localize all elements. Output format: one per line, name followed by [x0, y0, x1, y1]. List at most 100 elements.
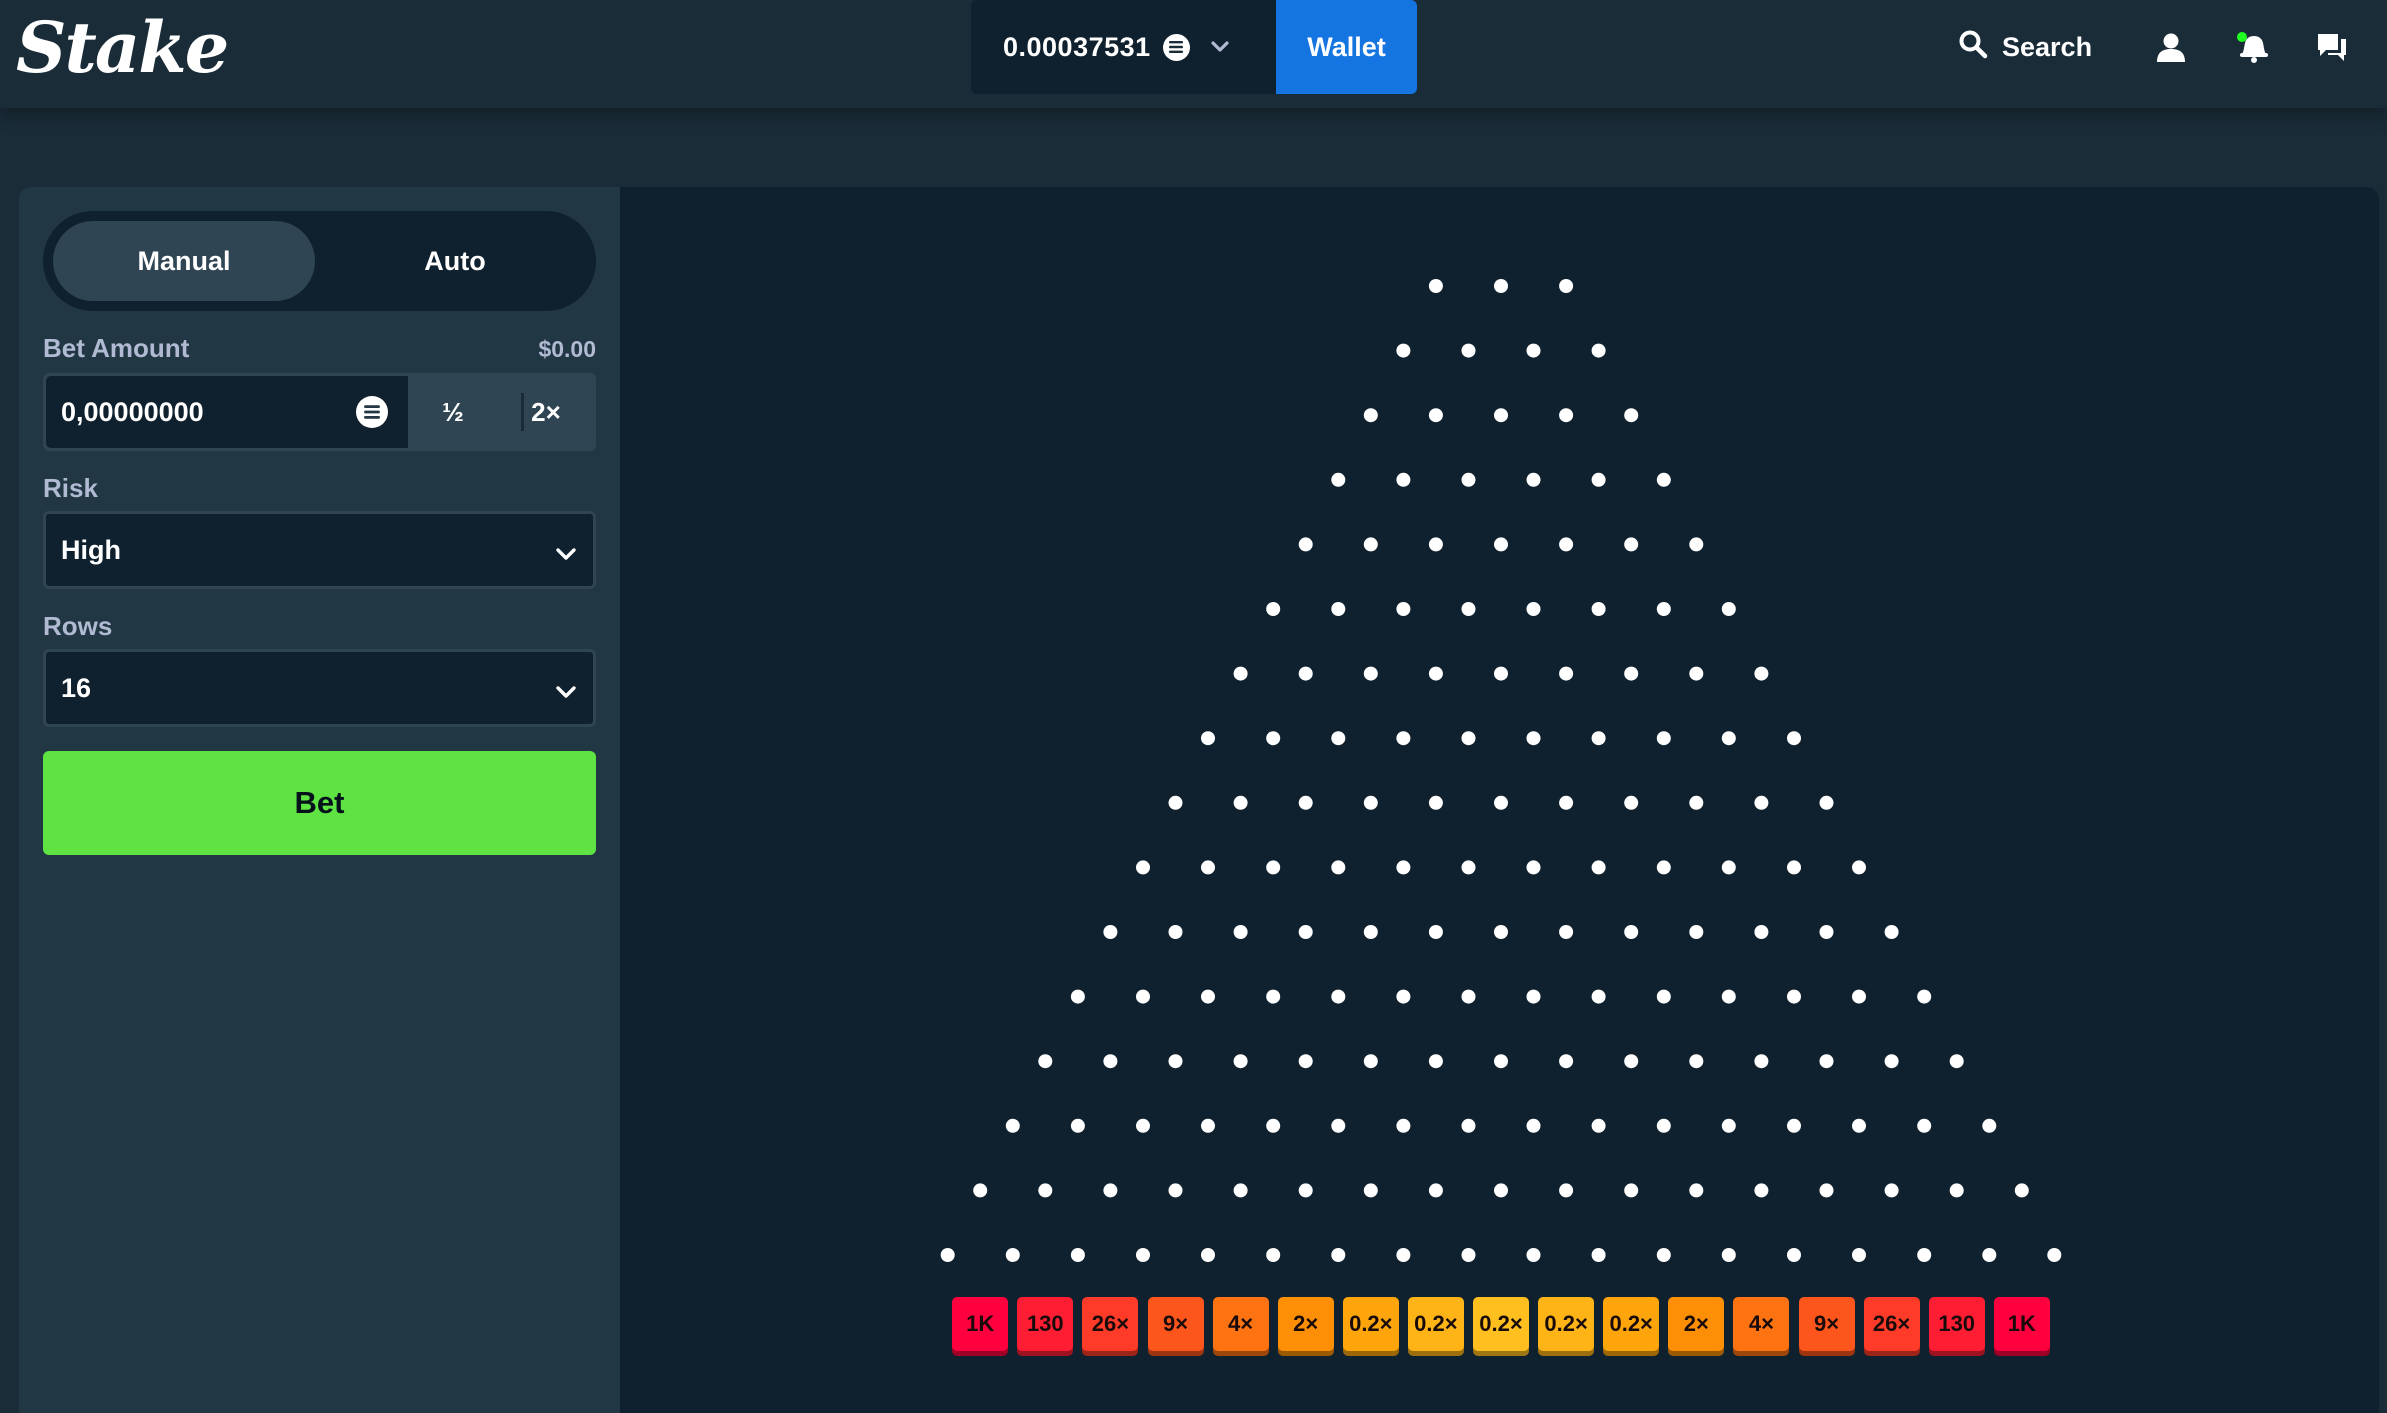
multiplier-bucket: 26× — [1082, 1297, 1139, 1351]
bet-amount-input[interactable]: 0,00000000 — [46, 376, 408, 448]
peg — [1721, 1248, 1736, 1262]
peg — [1787, 860, 1801, 875]
peg — [1656, 989, 1671, 1004]
peg — [1656, 602, 1671, 616]
peg — [1363, 537, 1378, 552]
peg — [1689, 795, 1704, 810]
tab-manual[interactable]: Manual — [53, 221, 315, 301]
bet-button[interactable]: Bet — [43, 751, 596, 855]
peg — [1787, 989, 1801, 1004]
peg — [1526, 989, 1541, 1004]
multiplier-bucket: 130 — [1017, 1297, 1074, 1351]
half-bet-button[interactable]: ½ — [408, 376, 498, 448]
peg — [1494, 279, 1508, 293]
multiplier-bucket: 130 — [1928, 1297, 1985, 1351]
peg — [1298, 795, 1313, 810]
peg — [1428, 279, 1443, 293]
peg — [1428, 795, 1443, 810]
peg — [1331, 1248, 1346, 1262]
multiplier-bucket: 1K — [952, 1297, 1009, 1351]
peg — [1884, 1054, 1899, 1069]
peg — [2047, 1248, 2062, 1262]
peg — [1298, 1054, 1313, 1069]
peg — [1494, 537, 1508, 552]
peg — [1363, 1183, 1378, 1198]
tab-auto[interactable]: Auto — [324, 221, 586, 301]
peg — [1852, 989, 1866, 1004]
peg — [1363, 666, 1378, 681]
peg — [1038, 1054, 1053, 1069]
peg — [1917, 1118, 1932, 1133]
peg — [1136, 860, 1150, 875]
peg — [1136, 989, 1150, 1004]
peg — [1754, 925, 1769, 939]
peg — [1559, 279, 1574, 293]
peg — [1819, 1183, 1834, 1198]
peg — [1656, 731, 1671, 746]
peg — [1461, 1118, 1476, 1133]
peg — [1363, 795, 1378, 810]
peg — [1884, 1183, 1899, 1198]
peg — [1298, 1183, 1313, 1198]
notifications-icon[interactable] — [2235, 28, 2273, 66]
peg — [1233, 795, 1248, 810]
peg — [1526, 602, 1541, 616]
rows-select[interactable]: 16 — [43, 649, 596, 727]
peg — [1396, 602, 1411, 616]
peg — [1917, 1248, 1932, 1262]
coin-icon — [1162, 33, 1190, 61]
peg — [1526, 731, 1541, 746]
peg — [1591, 343, 1606, 358]
peg — [1070, 1248, 1085, 1262]
multiplier-bucket: 1K — [1993, 1297, 2050, 1351]
risk-select[interactable]: High — [43, 511, 596, 589]
chat-icon[interactable] — [2313, 28, 2351, 66]
multiplier-bucket: 9× — [1798, 1297, 1855, 1351]
stake-logo[interactable]: Stake — [16, 6, 229, 90]
wallet-button[interactable]: Wallet — [1276, 0, 1417, 94]
peg — [1233, 666, 1248, 681]
peg — [1396, 1248, 1411, 1262]
peg-field — [940, 279, 2062, 1262]
double-bet-button[interactable]: 2× — [501, 376, 591, 448]
peg — [1754, 1054, 1769, 1069]
peg — [1396, 1118, 1411, 1133]
peg — [1494, 1054, 1508, 1069]
peg — [1591, 989, 1606, 1004]
plinko-board: 1K 130 26× 9× 4× 2× 0.2× 0.2× 0.2× 0.2× 0.2× 2× 4× 9×… — [620, 187, 2379, 1413]
balance-value: 0.00037531 — [1003, 31, 1151, 62]
peg — [1298, 666, 1313, 681]
peg — [1559, 1054, 1574, 1069]
peg — [1787, 1118, 1801, 1133]
peg — [1656, 1248, 1671, 1262]
peg — [1982, 1118, 1997, 1133]
peg — [1005, 1118, 1020, 1133]
user-icon[interactable] — [2152, 28, 2190, 66]
peg — [1754, 666, 1769, 681]
peg — [1136, 1248, 1150, 1262]
peg — [1233, 1183, 1248, 1198]
peg — [1266, 989, 1281, 1004]
peg — [1005, 1248, 1020, 1262]
search-button[interactable]: Search — [1958, 22, 2092, 72]
risk-label: Risk — [43, 473, 98, 503]
peg — [1526, 1118, 1541, 1133]
peg — [1428, 666, 1443, 681]
peg — [1233, 925, 1248, 939]
rows-label: Rows — [43, 611, 113, 641]
balance-selector[interactable]: 0.00037531 — [971, 0, 1276, 94]
peg — [1656, 1118, 1671, 1133]
peg — [1331, 1118, 1346, 1133]
peg — [1070, 989, 1085, 1004]
chevron-down-icon — [555, 676, 577, 707]
peg — [1949, 1054, 1964, 1069]
peg — [1331, 602, 1346, 616]
peg — [1103, 1183, 1118, 1198]
peg — [1201, 1118, 1215, 1133]
multiplier-bucket: 26× — [1863, 1297, 1920, 1351]
peg — [1624, 1054, 1639, 1069]
peg — [1494, 666, 1508, 681]
peg — [1689, 1054, 1704, 1069]
peg — [1559, 537, 1574, 552]
peg — [1168, 1054, 1183, 1069]
